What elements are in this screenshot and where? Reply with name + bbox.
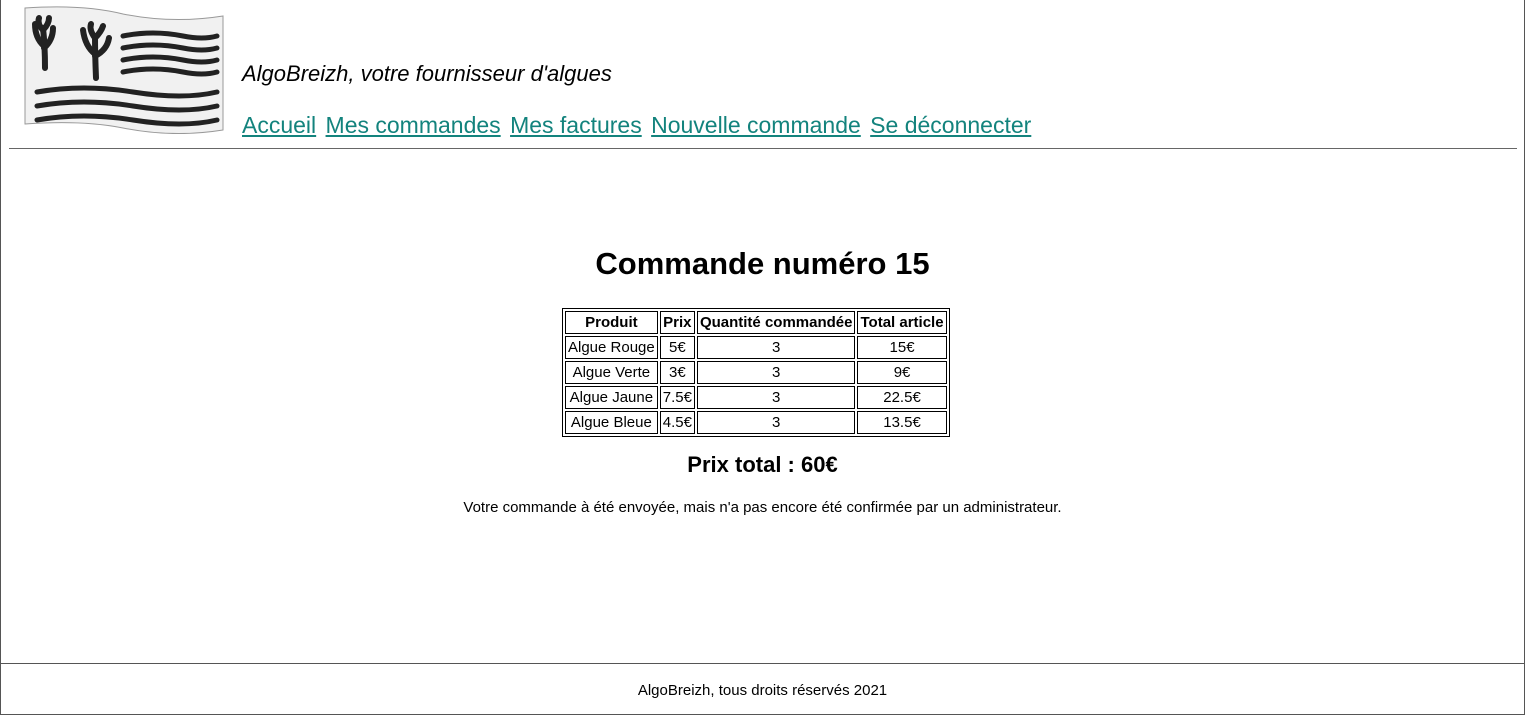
main-nav: Accueil Mes commandes Mes factures Nouve… [242, 112, 1034, 139]
footer-copyright: AlgoBreizh, tous droits réservés 2021 [637, 682, 888, 699]
site-tagline: AlgoBreizh, votre fournisseur d'algues [242, 61, 612, 86]
cell-total-article: 22.5€ [857, 386, 947, 409]
cell-total-article: 9€ [857, 361, 947, 384]
cell-prix: 3€ [659, 361, 695, 384]
cell-quantite: 3 [696, 336, 856, 359]
cell-quantite: 3 [696, 361, 856, 384]
seaweed-flag-icon [24, 6, 224, 134]
cell-prix: 4.5€ [659, 411, 695, 434]
table-row: Algue Jaune 7.5€ 3 22.5€ [565, 386, 947, 409]
nav-link-nouvelle-commande[interactable]: Nouvelle commande [651, 112, 861, 138]
column-header-prix: Prix [659, 311, 695, 334]
cell-prix: 7.5€ [659, 386, 695, 409]
cell-produit: Algue Rouge [565, 336, 658, 359]
cell-produit: Algue Jaune [565, 386, 658, 409]
cell-produit: Algue Bleue [565, 411, 658, 434]
cell-quantite: 3 [696, 411, 856, 434]
main-content: Commande numéro 15 Produit Prix Quantité… [1, 149, 1524, 663]
page: AlgoBreizh, votre fournisseur d'algues A… [0, 0, 1525, 715]
order-status-notice: Votre commande à été envoyée, mais n'a p… [463, 499, 1062, 516]
cell-quantite: 3 [696, 386, 856, 409]
page-title: Commande numéro 15 [595, 246, 930, 281]
cell-total-article: 15€ [857, 336, 947, 359]
table-row: Algue Bleue 4.5€ 3 13.5€ [565, 411, 947, 434]
nav-link-accueil[interactable]: Accueil [242, 112, 316, 138]
nav-link-mes-commandes[interactable]: Mes commandes [326, 112, 501, 138]
site-header: AlgoBreizh, votre fournisseur d'algues A… [9, 0, 1517, 149]
site-footer: AlgoBreizh, tous droits réservés 2021 [1, 663, 1524, 715]
nav-link-mes-factures[interactable]: Mes factures [510, 112, 642, 138]
column-header-produit: Produit [565, 311, 658, 334]
order-total: Prix total : 60€ [687, 452, 838, 477]
column-header-total-article: Total article [857, 311, 947, 334]
nav-link-se-deconnecter[interactable]: Se déconnecter [870, 112, 1031, 138]
order-table-wrapper: Produit Prix Quantité commandée Total ar… [562, 308, 950, 437]
order-table: Produit Prix Quantité commandée Total ar… [562, 308, 950, 437]
table-header-row: Produit Prix Quantité commandée Total ar… [565, 311, 947, 334]
column-header-quantite: Quantité commandée [696, 311, 856, 334]
cell-produit: Algue Verte [565, 361, 658, 384]
table-row: Algue Rouge 5€ 3 15€ [565, 336, 947, 359]
table-row: Algue Verte 3€ 3 9€ [565, 361, 947, 384]
cell-total-article: 13.5€ [857, 411, 947, 434]
cell-prix: 5€ [659, 336, 695, 359]
